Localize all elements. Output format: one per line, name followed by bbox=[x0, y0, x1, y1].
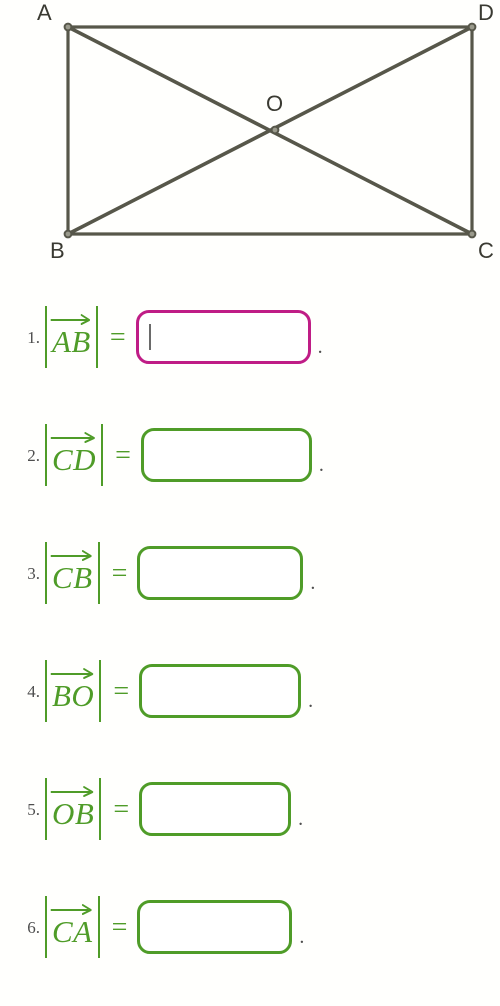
vertex-label-D: D bbox=[478, 0, 494, 25]
question-row: 3. CB =. bbox=[0, 514, 500, 632]
vector-symbol: CB bbox=[47, 549, 98, 595]
vertex-dot-O bbox=[270, 125, 280, 135]
equals-sign: = bbox=[111, 912, 128, 943]
sentence-period: . bbox=[317, 335, 323, 358]
vertex-label-C: C bbox=[478, 238, 494, 263]
vector-arrow-icon bbox=[50, 431, 98, 443]
vector-magnitude-expression: BO bbox=[45, 660, 102, 722]
vector-arrow-icon bbox=[50, 667, 96, 679]
sentence-period: . bbox=[308, 689, 314, 712]
text-caret bbox=[148, 324, 151, 350]
vector-magnitude-expression: CD bbox=[45, 424, 104, 486]
question-row: 5. OB =. bbox=[0, 750, 500, 868]
equals-sign: = bbox=[111, 558, 128, 589]
vertex-dot-B bbox=[63, 229, 73, 239]
question-row: 2. CD =. bbox=[0, 396, 500, 514]
vector-symbol: CD bbox=[47, 431, 101, 477]
answer-input[interactable] bbox=[137, 900, 293, 954]
answer-input[interactable] bbox=[139, 664, 302, 718]
vector-endpoints-label: AB bbox=[52, 323, 91, 359]
question-number: 3. bbox=[27, 563, 40, 583]
sentence-period: . bbox=[318, 453, 324, 476]
question-number: 5. bbox=[27, 799, 40, 819]
vector-magnitude-expression: CB bbox=[45, 542, 100, 604]
vector-symbol: AB bbox=[47, 313, 96, 359]
vector-endpoints-label: OB bbox=[52, 795, 95, 831]
question-number: 1. bbox=[27, 327, 40, 347]
sentence-period: . bbox=[299, 925, 305, 948]
vertex-label-B: B bbox=[50, 238, 65, 263]
answer-input[interactable] bbox=[135, 310, 311, 364]
vector-arrow-icon bbox=[50, 785, 96, 797]
vector-endpoints-label: BO bbox=[52, 677, 95, 713]
vector-symbol: CA bbox=[47, 903, 98, 949]
question-number: 2. bbox=[27, 445, 40, 465]
vector-magnitude-expression: OB bbox=[45, 778, 102, 840]
vertex-label-A: A bbox=[37, 0, 52, 25]
vertex-label-O: O bbox=[266, 91, 283, 116]
question-row: 6. CA =. bbox=[0, 868, 500, 986]
vector-endpoints-label: CB bbox=[52, 559, 93, 595]
equals-sign: = bbox=[113, 794, 130, 825]
question-number: 6. bbox=[27, 917, 40, 937]
rectangle-diagonals-svg: A D B C O bbox=[37, 0, 494, 263]
question-number: 4. bbox=[27, 681, 40, 701]
question-row: 1. AB =. bbox=[0, 278, 500, 396]
vector-symbol: OB bbox=[47, 785, 99, 831]
vertex-dot-D bbox=[467, 22, 477, 32]
sentence-period: . bbox=[298, 807, 304, 830]
sentence-period: . bbox=[310, 571, 316, 594]
vector-arrow-icon bbox=[50, 549, 95, 561]
vector-endpoints-label: CA bbox=[52, 913, 93, 949]
vertex-dot-C bbox=[467, 229, 477, 239]
answer-input[interactable] bbox=[139, 782, 292, 836]
vertex-dot-A bbox=[63, 22, 73, 32]
answer-input[interactable] bbox=[140, 428, 312, 482]
vector-magnitude-expression: AB bbox=[45, 306, 98, 368]
answer-input[interactable] bbox=[137, 546, 304, 600]
vector-endpoints-label: CD bbox=[52, 441, 97, 477]
vector-magnitude-expression: CA bbox=[45, 896, 100, 958]
vector-symbol: BO bbox=[47, 667, 99, 713]
equals-sign: = bbox=[113, 676, 130, 707]
vector-arrow-icon bbox=[50, 903, 95, 915]
equals-sign: = bbox=[109, 322, 126, 353]
equals-sign: = bbox=[115, 440, 131, 471]
geometry-figure: A D B C O bbox=[0, 0, 500, 278]
vector-arrow-icon bbox=[50, 313, 93, 325]
question-row: 4. BO =. bbox=[0, 632, 500, 750]
